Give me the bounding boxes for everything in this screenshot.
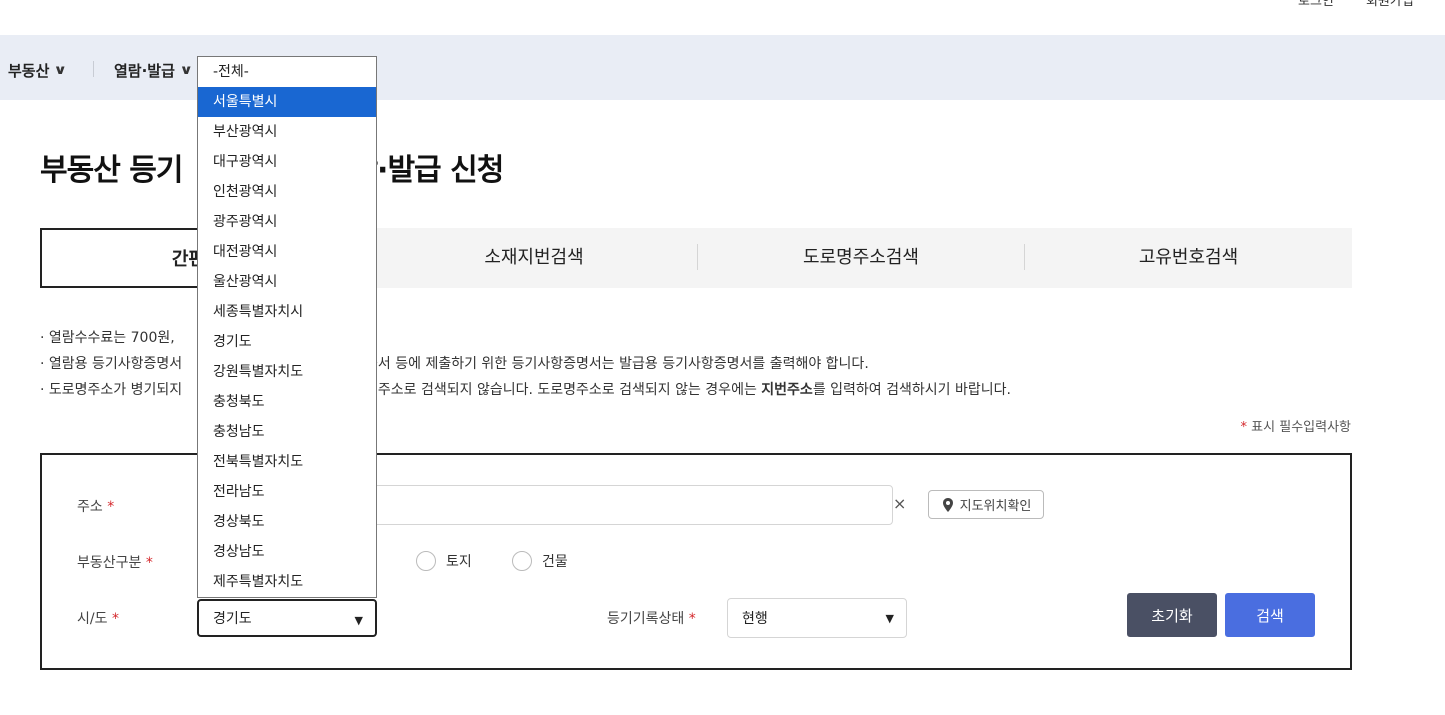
dropdown-option[interactable]: 충청남도: [198, 417, 376, 447]
label-text: 시/도: [77, 611, 108, 627]
map-location-button[interactable]: 지도위치확인: [928, 490, 1044, 519]
dropdown-option[interactable]: 대구광역시: [198, 147, 376, 177]
notice-text: 를 입력하여 검색하시기 바랍니다.: [812, 382, 1011, 398]
dropdown-option[interactable]: 세종특별자치시: [198, 297, 376, 327]
top-bar: 로그인 회원가입: [0, 0, 1445, 35]
required-note-text: 표시 필수입력사항: [1247, 420, 1351, 435]
chevron-down-icon: ∨: [53, 63, 68, 78]
search-button-label: 검색: [1256, 606, 1284, 625]
dropdown-option[interactable]: 제주특별자치도: [198, 567, 376, 597]
dropdown-option[interactable]: 강원특별자치도: [198, 357, 376, 387]
dropdown-option[interactable]: 서울특별시: [198, 87, 376, 117]
map-pin-icon: [942, 497, 953, 512]
required-star: *: [111, 611, 119, 627]
tab-lot-search[interactable]: 소재지번검색: [370, 228, 698, 288]
breadcrumb-item-realestate[interactable]: 부동산 ∨: [8, 60, 68, 81]
notice-text: 로명주소로 검색되지 않습니다. 도로명주소로 검색되지 않는 경우에는: [352, 382, 762, 398]
address-label: 주소 *: [77, 496, 114, 516]
notice-text: 관공서 등에 제출하기 위한 등기사항증명서는 발급용 등기사항증명서를 출력해…: [352, 356, 869, 372]
dropdown-option[interactable]: 전북특별자치도: [198, 447, 376, 477]
dropdown-option[interactable]: 전라남도: [198, 477, 376, 507]
region-select[interactable]: 경기도 ▼: [197, 599, 377, 637]
dropdown-option[interactable]: 광주광역시: [198, 207, 376, 237]
region-dropdown-list[interactable]: -전체- 서울특별시 부산광역시 대구광역시 인천광역시 광주광역시 대전광역시 울산광역시 세…: [197, 56, 377, 598]
breadcrumb-item-view-issue[interactable]: 열람·발급 ∨: [114, 60, 194, 81]
dropdown-option[interactable]: 충청북도: [198, 387, 376, 417]
notice-list: · 열람수수료는 700원, 다. · 열람용 등기사항증명서 관공서 등에 제출…: [40, 325, 1011, 403]
dropdown-option[interactable]: 경기도: [198, 327, 376, 357]
property-type-label: 부동산구분 *: [77, 552, 153, 572]
tab-unique-number-search[interactable]: 고유번호검색: [1025, 228, 1352, 288]
dropdown-option[interactable]: 대전광역시: [198, 237, 376, 267]
radio-building[interactable]: 건물: [512, 551, 568, 571]
label-text: 주소: [77, 499, 103, 515]
label-text: 등기기록상태: [607, 611, 685, 627]
dropdown-option[interactable]: 울산광역시: [198, 267, 376, 297]
required-star: *: [107, 499, 115, 515]
breadcrumb-label: 열람·발급: [114, 62, 175, 80]
required-note: * 표시 필수입력사항: [1241, 416, 1351, 435]
record-status-label: 등기기록상태 *: [607, 608, 696, 628]
dropdown-option[interactable]: -전체-: [198, 57, 376, 87]
notice-text: · 열람수수료는 700원,: [40, 330, 180, 346]
clear-icon[interactable]: ×: [893, 494, 906, 513]
chevron-down-icon: ∨: [179, 63, 194, 78]
page-title-left: 부동산 등기: [40, 153, 183, 188]
region-select-value: 경기도: [213, 611, 252, 627]
radio-land[interactable]: 토지: [416, 551, 472, 571]
required-star: *: [145, 555, 153, 571]
search-button[interactable]: 검색: [1225, 593, 1315, 637]
caret-down-icon: ▼: [354, 614, 363, 627]
radio-label: 건물: [542, 554, 568, 570]
tab-label: 고유번호검색: [1138, 247, 1239, 268]
dropdown-option[interactable]: 부산광역시: [198, 117, 376, 147]
dropdown-option[interactable]: 인천광역시: [198, 177, 376, 207]
breadcrumb-divider: [93, 61, 94, 77]
radio-circle[interactable]: [416, 551, 436, 571]
notice-text: · 열람용 등기사항증명서: [40, 356, 183, 372]
map-button-label: 지도위치확인: [959, 499, 1032, 514]
dropdown-option[interactable]: 경상남도: [198, 537, 376, 567]
caret-down-icon: ▼: [885, 612, 894, 625]
record-status-value: 현행: [742, 611, 768, 627]
notice-item: · 열람용 등기사항증명서 관공서 등에 제출하기 위한 등기사항증명서는 발급용…: [40, 351, 1011, 377]
notice-item: · 도로명주소가 병기되지 로명주소로 검색되지 않습니다. 도로명주소로 검색되…: [40, 377, 1011, 403]
reset-button-label: 초기화: [1151, 606, 1193, 625]
reset-button[interactable]: 초기화: [1127, 593, 1217, 637]
record-status-select[interactable]: 현행 ▼: [727, 598, 907, 638]
required-star: *: [688, 611, 696, 627]
tab-label: 도로명주소검색: [803, 247, 919, 268]
radio-circle[interactable]: [512, 551, 532, 571]
notice-item: · 열람수수료는 700원, 다.: [40, 325, 1011, 351]
region-label: 시/도 *: [77, 608, 119, 628]
tab-road-address-search[interactable]: 도로명주소검색: [698, 228, 1024, 288]
login-link[interactable]: 로그인: [1298, 0, 1334, 9]
label-text: 부동산구분: [77, 555, 142, 571]
signup-link[interactable]: 회원가입: [1366, 0, 1414, 9]
notice-bold-text: 지번주소: [761, 382, 813, 398]
tab-label: 소재지번검색: [484, 247, 584, 268]
dropdown-option[interactable]: 경상북도: [198, 507, 376, 537]
notice-text: · 도로명주소가 병기되지: [40, 382, 183, 398]
radio-label: 토지: [446, 554, 472, 570]
breadcrumb-label: 부동산: [8, 62, 50, 80]
